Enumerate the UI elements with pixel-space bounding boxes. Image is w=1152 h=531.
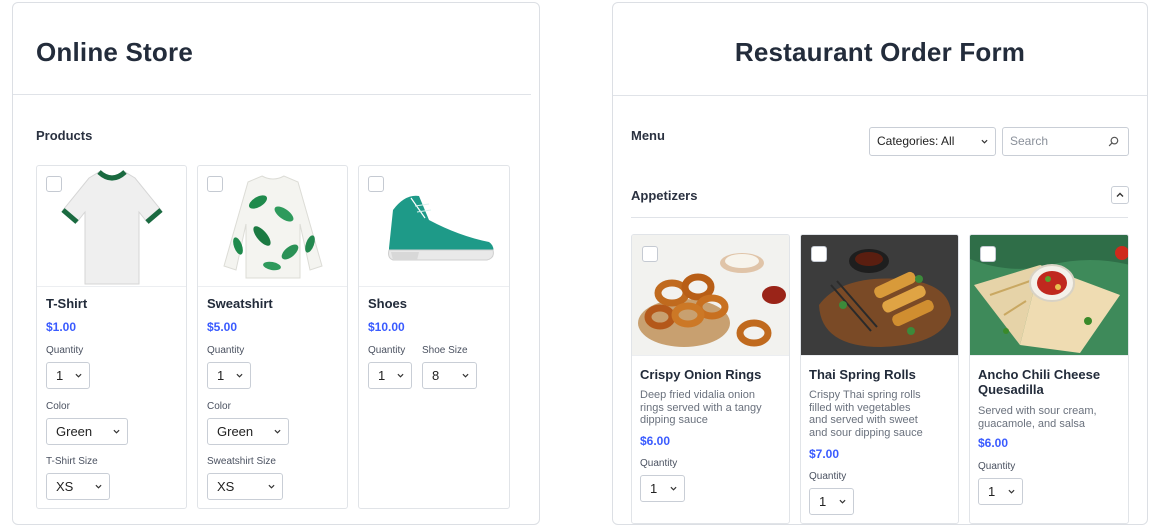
item-price: $6.00 (978, 436, 1009, 450)
shoe-size-value: 8 (432, 368, 440, 383)
spring-rolls-checkbox[interactable] (811, 246, 827, 262)
online-store-panel: Online Store Products T-Shirt $1.00 Quan… (12, 2, 540, 525)
item-description: Crispy Thai spring rolls filled with veg… (809, 389, 923, 439)
quantity-select[interactable]: 1 (46, 362, 90, 389)
quantity-select[interactable]: 1 (207, 362, 251, 389)
color-label: Color (207, 401, 231, 412)
tshirt-checkbox[interactable] (46, 176, 62, 192)
product-price: $5.00 (207, 320, 238, 334)
chevron-up-icon (1116, 192, 1124, 197)
color-select[interactable]: Green (207, 418, 289, 445)
category-value: Categories: All (877, 134, 955, 148)
chevron-down-icon (268, 484, 275, 489)
quantity-value: 1 (988, 484, 996, 499)
product-price: $10.00 (368, 320, 405, 334)
item-name: Crispy Onion Rings (640, 367, 762, 382)
quesadilla-checkbox[interactable] (980, 246, 996, 262)
quantity-value: 1 (56, 368, 64, 383)
search-input[interactable]: Search (1002, 127, 1129, 156)
quantity-label: Quantity (368, 345, 406, 356)
product-card-sweatshirt[interactable]: Sweatshirt $5.00 Quantity 1 Color Green … (197, 165, 348, 509)
item-price: $7.00 (809, 447, 840, 461)
shoe-size-label: Shoe Size (422, 345, 468, 356)
quantity-value: 1 (217, 368, 225, 383)
size-select[interactable]: XS (207, 473, 283, 500)
quantity-label: Quantity (640, 458, 678, 469)
item-description: Served with sour cream, guacamole, and s… (978, 405, 1097, 430)
appetizers-title: Appetizers (631, 188, 698, 203)
product-name: T-Shirt (46, 296, 88, 311)
sweatshirt-checkbox[interactable] (207, 176, 223, 192)
shoes-checkbox[interactable] (368, 176, 384, 192)
product-name: Shoes (368, 296, 408, 311)
quantity-label: Quantity (809, 471, 847, 482)
restaurant-order-panel: Restaurant Order Form Menu Categories: A… (612, 2, 1148, 525)
product-name: Sweatshirt (207, 296, 273, 311)
chevron-down-icon (839, 499, 846, 504)
restaurant-title: Restaurant Order Form (734, 37, 1026, 67)
chevron-down-icon (397, 373, 404, 378)
chevron-down-icon (1008, 489, 1015, 494)
menu-card-onion-rings[interactable]: Crispy Onion Rings Deep fried vidalia on… (631, 234, 790, 524)
chevron-down-icon (95, 484, 102, 489)
item-name: Ancho Chili Cheese Quesadilla (978, 367, 1101, 397)
store-header-divider (13, 94, 531, 95)
restaurant-header-divider (613, 95, 1147, 96)
chevron-down-icon (75, 373, 82, 378)
menu-card-quesadilla[interactable]: Ancho Chili Cheese Quesadilla Served wit… (969, 234, 1129, 524)
chevron-down-icon (462, 373, 469, 378)
quantity-label: Quantity (207, 345, 245, 356)
category-select[interactable]: Categories: All (869, 127, 996, 156)
size-value: XS (56, 479, 74, 494)
size-select[interactable]: XS (46, 473, 110, 500)
item-description: Deep fried vidalia onion rings served wi… (640, 389, 762, 426)
chevron-down-icon (274, 429, 281, 434)
products-label: Products (36, 128, 93, 143)
quantity-select[interactable]: 1 (809, 488, 854, 515)
menu-label: Menu (631, 128, 665, 143)
onion-rings-checkbox[interactable] (642, 246, 658, 262)
color-label: Color (46, 401, 70, 412)
shoe-size-select[interactable]: 8 (422, 362, 477, 389)
quantity-select[interactable]: 1 (640, 475, 685, 502)
color-select[interactable]: Green (46, 418, 128, 445)
store-title: Online Store (36, 37, 193, 67)
size-value: XS (217, 479, 235, 494)
color-value: Green (217, 424, 254, 439)
size-label: T-Shirt Size (46, 456, 98, 467)
item-name: Thai Spring Rolls (809, 367, 916, 382)
quantity-value: 1 (378, 368, 386, 383)
product-card-shoes[interactable]: Shoes $10.00 Quantity 1 Shoe Size 8 (358, 165, 510, 509)
quantity-select[interactable]: 1 (978, 478, 1023, 505)
product-price: $1.00 (46, 320, 77, 334)
chevron-down-icon (236, 373, 243, 378)
quantity-value: 1 (650, 481, 658, 496)
chevron-down-icon (670, 486, 677, 491)
appetizers-divider (631, 217, 1128, 218)
collapse-section-button[interactable] (1111, 186, 1129, 204)
quantity-label: Quantity (46, 345, 84, 356)
chevron-down-icon (981, 139, 988, 144)
size-label: Sweatshirt Size (207, 456, 276, 467)
menu-card-spring-rolls[interactable]: Thai Spring Rolls Crispy Thai spring rol… (800, 234, 959, 524)
quantity-select[interactable]: 1 (368, 362, 412, 389)
color-value: Green (56, 424, 93, 439)
search-placeholder: Search (1010, 134, 1049, 148)
quantity-value: 1 (819, 494, 827, 509)
quantity-label: Quantity (978, 461, 1016, 472)
search-icon[interactable] (1108, 136, 1119, 147)
item-price: $6.00 (640, 434, 671, 448)
chevron-down-icon (113, 429, 120, 434)
product-card-tshirt[interactable]: T-Shirt $1.00 Quantity 1 Color Green T-S… (36, 165, 187, 509)
